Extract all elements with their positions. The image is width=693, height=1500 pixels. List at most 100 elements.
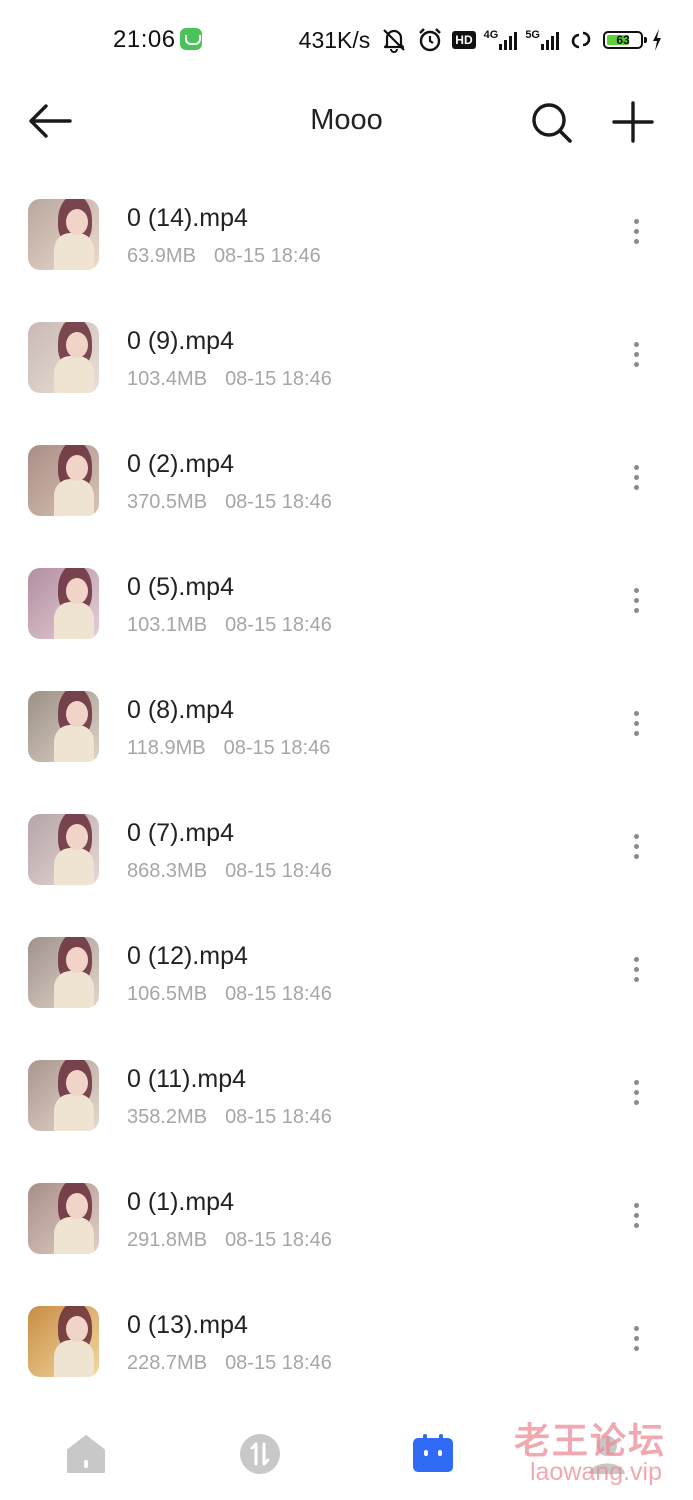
status-indicators: 431K/s HD 4G 5G 63 (299, 24, 663, 56)
file-meta: 370.5MB 08-15 18:46 (127, 491, 332, 514)
battery-icon: 63 (603, 31, 647, 49)
video-thumbnail[interactable] (28, 1183, 99, 1254)
more-options-button[interactable] (624, 214, 648, 248)
file-row[interactable]: 0 (1).mp4 291.8MB 08-15 18:46 (0, 1158, 693, 1281)
more-options-button[interactable] (624, 952, 648, 986)
file-meta: 63.9MB 08-15 18:46 (127, 245, 321, 268)
more-options-button[interactable] (624, 829, 648, 863)
file-date: 08-15 18:46 (225, 1229, 332, 1251)
more-options-button[interactable] (624, 1321, 648, 1355)
file-row[interactable]: 0 (2).mp4 370.5MB 08-15 18:46 (0, 420, 693, 543)
file-size: 228.7MB (127, 1352, 208, 1374)
add-button[interactable] (610, 99, 656, 145)
files-box-icon (413, 1434, 453, 1472)
signal-icon (499, 30, 518, 50)
network-5g: 5G (525, 30, 559, 50)
video-thumbnail[interactable] (28, 1306, 99, 1377)
file-name: 0 (1).mp4 (127, 1188, 234, 1216)
file-meta: 103.1MB 08-15 18:46 (127, 614, 332, 637)
file-meta: 118.9MB 08-15 18:46 (127, 737, 330, 760)
page-title: Mooo (310, 104, 383, 136)
file-date: 08-15 18:46 (225, 983, 332, 1005)
signal-icon (541, 30, 559, 50)
hd-badge: HD (452, 31, 476, 49)
video-thumbnail[interactable] (28, 445, 99, 516)
file-meta: 228.7MB 08-15 18:46 (127, 1352, 332, 1375)
file-date: 08-15 18:46 (225, 491, 332, 513)
more-options-button[interactable] (624, 583, 648, 617)
file-meta: 291.8MB 08-15 18:46 (127, 1229, 332, 1252)
file-size: 868.3MB (127, 860, 208, 882)
alarm-icon (416, 27, 444, 53)
file-date: 08-15 18:46 (213, 245, 321, 267)
file-size: 103.1MB (127, 614, 208, 636)
bottom-nav (0, 1410, 693, 1500)
file-name: 0 (13).mp4 (127, 1311, 248, 1339)
file-name: 0 (11).mp4 (127, 1065, 247, 1093)
nav-files-tab[interactable] (411, 1432, 455, 1476)
wechat-icon (180, 28, 202, 50)
file-meta: 106.5MB 08-15 18:46 (127, 983, 332, 1006)
file-date: 08-15 18:46 (225, 1352, 332, 1374)
more-options-button[interactable] (624, 337, 648, 371)
nav-profile-tab[interactable] (585, 1432, 629, 1476)
file-name: 0 (14).mp4 (127, 204, 248, 232)
video-thumbnail[interactable] (28, 199, 99, 270)
network-5g-label: 5G (525, 29, 540, 41)
nav-transfer-tab[interactable] (238, 1432, 282, 1476)
file-row[interactable]: 0 (5).mp4 103.1MB 08-15 18:46 (0, 543, 693, 666)
file-name: 0 (9).mp4 (127, 327, 234, 355)
file-date: 08-15 18:46 (223, 737, 331, 759)
nav-home-tab[interactable] (64, 1432, 108, 1476)
video-thumbnail[interactable] (28, 814, 99, 885)
file-row[interactable]: 0 (12).mp4 106.5MB 08-15 18:46 (0, 912, 693, 1035)
file-row[interactable]: 0 (14).mp4 63.9MB 08-15 18:46 (0, 174, 693, 297)
file-list: 0 (14).mp4 63.9MB 08-15 18:46 0 (9).mp4 1… (0, 174, 693, 1404)
file-row[interactable]: 0 (7).mp4 868.3MB 08-15 18:46 (0, 789, 693, 912)
file-meta: 868.3MB 08-15 18:46 (127, 860, 332, 883)
more-options-button[interactable] (624, 706, 648, 740)
mute-icon (380, 27, 408, 53)
file-date: 08-15 18:46 (225, 860, 332, 882)
file-meta: 358.2MB 08-15 18:46 (127, 1106, 332, 1129)
file-name: 0 (2).mp4 (127, 450, 234, 478)
status-time: 21:06 (113, 26, 176, 53)
app-header: Mooo (0, 80, 693, 164)
file-size: 63.9MB (127, 245, 196, 267)
file-row[interactable]: 0 (8).mp4 118.9MB 08-15 18:46 (0, 666, 693, 789)
file-name: 0 (5).mp4 (127, 573, 234, 601)
more-options-button[interactable] (624, 1075, 648, 1109)
more-options-button[interactable] (624, 1198, 648, 1232)
search-button[interactable] (528, 99, 574, 145)
file-row[interactable]: 0 (9).mp4 103.4MB 08-15 18:46 (0, 297, 693, 420)
network-4g: 4G (484, 30, 518, 50)
video-thumbnail[interactable] (28, 691, 99, 762)
file-size: 358.2MB (127, 1106, 208, 1128)
file-row[interactable]: 0 (11).mp4 358.2MB 08-15 18:46 (0, 1035, 693, 1158)
plus-icon (612, 101, 654, 143)
file-meta: 103.4MB 08-15 18:46 (127, 368, 332, 391)
status-bar: 21:06 431K/s HD 4G 5G 63 (0, 0, 693, 80)
network-4g-label: 4G (483, 29, 499, 41)
file-date: 08-15 18:46 (225, 368, 332, 390)
video-thumbnail[interactable] (28, 568, 99, 639)
profile-icon (589, 1436, 625, 1474)
file-row[interactable]: 0 (13).mp4 228.7MB 08-15 18:46 (0, 1281, 693, 1404)
file-date: 08-15 18:46 (225, 614, 332, 636)
more-options-button[interactable] (624, 460, 648, 494)
charging-icon (651, 27, 663, 53)
link-icon (567, 27, 595, 53)
video-thumbnail[interactable] (28, 1060, 99, 1131)
file-size: 118.9MB (127, 737, 206, 759)
file-size: 370.5MB (127, 491, 208, 513)
search-icon (532, 103, 572, 143)
battery-level: 63 (616, 33, 630, 47)
file-size: 103.4MB (127, 368, 208, 390)
file-size: 106.5MB (127, 983, 208, 1005)
file-name: 0 (7).mp4 (127, 819, 234, 847)
video-thumbnail[interactable] (28, 322, 99, 393)
file-name: 0 (12).mp4 (127, 942, 248, 970)
video-thumbnail[interactable] (28, 937, 99, 1008)
file-size: 291.8MB (127, 1229, 208, 1251)
file-name: 0 (8).mp4 (127, 696, 234, 724)
